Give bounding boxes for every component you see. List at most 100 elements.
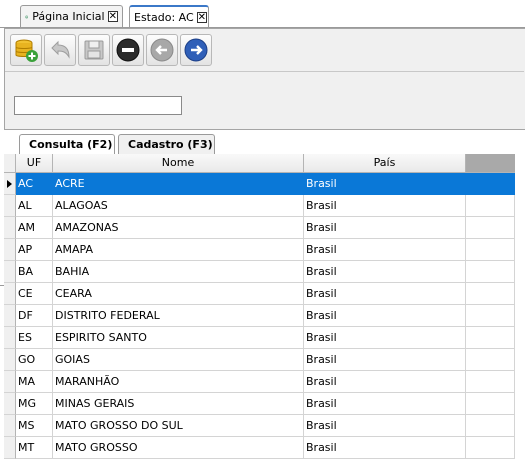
- cell-uf[interactable]: BA: [16, 261, 53, 283]
- cell-nome[interactable]: ACRE: [53, 173, 304, 195]
- cell-nome[interactable]: ALAGOAS: [53, 195, 304, 217]
- column-header-empty: [466, 154, 515, 173]
- table-row[interactable]: ES ESPIRITO SANTO Brasil: [4, 327, 525, 349]
- cell-nome[interactable]: MINAS GERAIS: [53, 393, 304, 415]
- page-tab-bar: Consulta (F2) Cadastro (F3): [0, 132, 525, 286]
- cell-empty[interactable]: [466, 217, 515, 239]
- column-header-pais[interactable]: País: [304, 154, 466, 173]
- cell-empty[interactable]: [466, 261, 515, 283]
- cell-pais[interactable]: Brasil: [304, 239, 466, 261]
- row-indicator[interactable]: [4, 283, 16, 305]
- tab-cadastro-label: Cadastro (F3): [128, 138, 213, 151]
- cell-pais[interactable]: Brasil: [304, 327, 466, 349]
- row-indicator[interactable]: [4, 327, 16, 349]
- cell-uf[interactable]: AP: [16, 239, 53, 261]
- tab-home[interactable]: Página Inicial ✕: [20, 5, 123, 27]
- tab-consulta-label: Consulta (F2): [29, 138, 113, 151]
- grid-rows: AC ACRE Brasil AL ALAGOAS Brasil AM AMAZONAS Bra…: [4, 173, 525, 459]
- cell-pais[interactable]: Brasil: [304, 349, 466, 371]
- next-button[interactable]: [180, 34, 212, 66]
- row-indicator[interactable]: [4, 195, 16, 217]
- cell-nome[interactable]: MATO GROSSO DO SUL: [53, 415, 304, 437]
- toolbar-panel: [4, 28, 525, 130]
- search-input[interactable]: [14, 96, 182, 115]
- cell-uf[interactable]: MS: [16, 415, 53, 437]
- arrow-left-circle-icon: [150, 38, 174, 62]
- cell-uf[interactable]: AC: [16, 173, 53, 195]
- save-button[interactable]: [78, 34, 110, 66]
- tab-estado[interactable]: Estado: AC ✕: [129, 5, 209, 27]
- tab-cadastro[interactable]: Cadastro (F3): [118, 134, 215, 154]
- cell-empty[interactable]: [466, 415, 515, 437]
- cell-uf[interactable]: CE: [16, 283, 53, 305]
- cell-empty[interactable]: [466, 173, 515, 195]
- table-row[interactable]: AM AMAZONAS Brasil: [4, 217, 525, 239]
- cell-nome[interactable]: MARANHÃO: [53, 371, 304, 393]
- cell-pais[interactable]: Brasil: [304, 283, 466, 305]
- column-header-nome[interactable]: Nome: [53, 154, 304, 173]
- undo-button[interactable]: [44, 34, 76, 66]
- table-row[interactable]: MS MATO GROSSO DO SUL Brasil: [4, 415, 525, 437]
- row-indicator[interactable]: [4, 261, 16, 283]
- row-indicator[interactable]: [4, 371, 16, 393]
- table-row[interactable]: AP AMAPA Brasil: [4, 239, 525, 261]
- cell-empty[interactable]: [466, 393, 515, 415]
- cell-pais[interactable]: Brasil: [304, 195, 466, 217]
- cell-empty[interactable]: [466, 305, 515, 327]
- cell-empty[interactable]: [466, 327, 515, 349]
- table-row[interactable]: DF DISTRITO FEDERAL Brasil: [4, 305, 525, 327]
- undo-icon: [51, 40, 70, 59]
- cell-uf[interactable]: ES: [16, 327, 53, 349]
- cell-empty[interactable]: [466, 195, 515, 217]
- cell-pais[interactable]: Brasil: [304, 261, 466, 283]
- table-row[interactable]: MA MARANHÃO Brasil: [4, 371, 525, 393]
- cell-uf[interactable]: GO: [16, 349, 53, 371]
- cell-pais[interactable]: Brasil: [304, 305, 466, 327]
- close-icon[interactable]: ✕: [107, 11, 118, 22]
- table-row[interactable]: GO GOIAS Brasil: [4, 349, 525, 371]
- cell-nome[interactable]: CEARA: [53, 283, 304, 305]
- save-icon: [84, 40, 104, 60]
- row-indicator[interactable]: [4, 305, 16, 327]
- column-header-uf[interactable]: UF: [16, 154, 53, 173]
- home-icon: [25, 15, 29, 18]
- cell-uf[interactable]: AM: [16, 217, 53, 239]
- cell-nome[interactable]: AMAZONAS: [53, 217, 304, 239]
- table-row[interactable]: MG MINAS GERAIS Brasil: [4, 393, 525, 415]
- cell-uf[interactable]: MG: [16, 393, 53, 415]
- cell-empty[interactable]: [466, 283, 515, 305]
- table-row[interactable]: BA BAHIA Brasil: [4, 261, 525, 283]
- cell-pais[interactable]: Brasil: [304, 217, 466, 239]
- row-indicator[interactable]: [4, 173, 16, 195]
- cell-pais[interactable]: Brasil: [304, 173, 466, 195]
- previous-button[interactable]: [146, 34, 178, 66]
- cell-uf[interactable]: AL: [16, 195, 53, 217]
- table-row[interactable]: AC ACRE Brasil: [4, 173, 525, 195]
- cell-pais[interactable]: Brasil: [304, 393, 466, 415]
- header-filler: [515, 154, 525, 173]
- table-row[interactable]: AL ALAGOAS Brasil: [4, 195, 525, 217]
- cell-empty[interactable]: [466, 371, 515, 393]
- cell-pais[interactable]: Brasil: [304, 371, 466, 393]
- new-record-button[interactable]: [10, 34, 42, 66]
- close-icon[interactable]: ✕: [196, 11, 208, 23]
- row-indicator[interactable]: [4, 349, 16, 371]
- row-indicator[interactable]: [4, 217, 16, 239]
- cell-uf[interactable]: MA: [16, 371, 53, 393]
- cell-uf[interactable]: DF: [16, 305, 53, 327]
- table-row[interactable]: CE CEARA Brasil: [4, 283, 525, 305]
- cell-nome[interactable]: GOIAS: [53, 349, 304, 371]
- tab-consulta[interactable]: Consulta (F2): [19, 134, 115, 154]
- cell-pais[interactable]: Brasil: [304, 415, 466, 437]
- cell-nome[interactable]: BAHIA: [53, 261, 304, 283]
- row-indicator[interactable]: [4, 393, 16, 415]
- cell-empty[interactable]: [466, 349, 515, 371]
- row-indicator[interactable]: [4, 239, 16, 261]
- delete-button[interactable]: [112, 34, 144, 66]
- row-indicator[interactable]: [4, 415, 16, 437]
- states-grid[interactable]: UF Nome País AC ACRE Brasil AL ALAGOAS Brasil…: [4, 154, 525, 459]
- cell-nome[interactable]: AMAPA: [53, 239, 304, 261]
- cell-nome[interactable]: DISTRITO FEDERAL: [53, 305, 304, 327]
- cell-empty[interactable]: [466, 239, 515, 261]
- cell-nome[interactable]: ESPIRITO SANTO: [53, 327, 304, 349]
